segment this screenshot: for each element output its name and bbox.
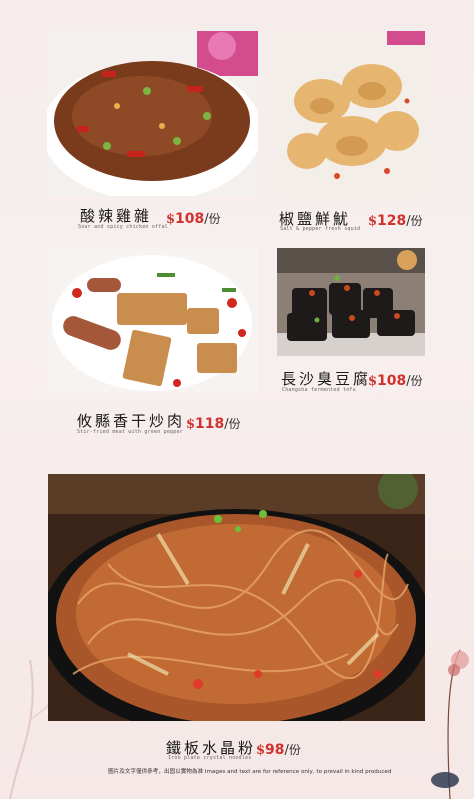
- photo-changsha-stinky-tofu: [277, 248, 425, 356]
- photo-sour-spicy-chicken-offal: [47, 31, 258, 196]
- price-tag: $118/份: [186, 416, 241, 432]
- photo-iron-plate-crystal-noodles: [48, 474, 425, 721]
- price-tag: $108/份: [368, 373, 423, 389]
- price-currency: $: [368, 214, 378, 229]
- footer-disclaimer: 圖片及文字僅供參考，出固以實物為准 Images and text are fo…: [108, 769, 392, 775]
- price-tag: $128/份: [368, 213, 423, 229]
- price-currency: $: [368, 374, 378, 389]
- price-currency: $: [166, 212, 176, 227]
- price-unit: 份: [228, 417, 241, 431]
- price-tag: $108/份: [166, 211, 221, 227]
- price-amount: 98: [265, 742, 285, 758]
- price-currency: $: [186, 417, 196, 432]
- photo-salt-pepper-squid: [277, 31, 425, 196]
- dish-subtitle: Changsha fermented tofu: [282, 387, 356, 393]
- price-unit: 份: [288, 743, 301, 757]
- price-amount: 128: [377, 213, 407, 229]
- price-amount: 108: [377, 373, 407, 389]
- dish-name: 長沙臭豆腐: [281, 370, 372, 388]
- dish-name: 酸辣雞雜: [80, 207, 153, 225]
- photo-stir-fried-meat-dried-tofu: [47, 248, 258, 393]
- price-amount: 108: [175, 211, 205, 227]
- price-unit: 份: [410, 214, 423, 228]
- dish-subtitle: Salt & pepper fresh squid: [280, 226, 361, 232]
- price-currency: $: [256, 743, 266, 758]
- decorative-flower-right: [431, 649, 469, 799]
- price-amount: 118: [195, 416, 225, 432]
- price-tag: $98/份: [256, 742, 301, 758]
- dish-subtitle: Sour and spicy chicken offal: [78, 224, 168, 230]
- dish-subtitle: Iron plate crystal noodles: [168, 755, 252, 761]
- dish-name: 攸縣香干炒肉: [77, 412, 186, 430]
- dish-subtitle: Stir-fried meat with green pepper: [77, 429, 183, 435]
- price-unit: 份: [208, 212, 221, 226]
- price-unit: 份: [410, 374, 423, 388]
